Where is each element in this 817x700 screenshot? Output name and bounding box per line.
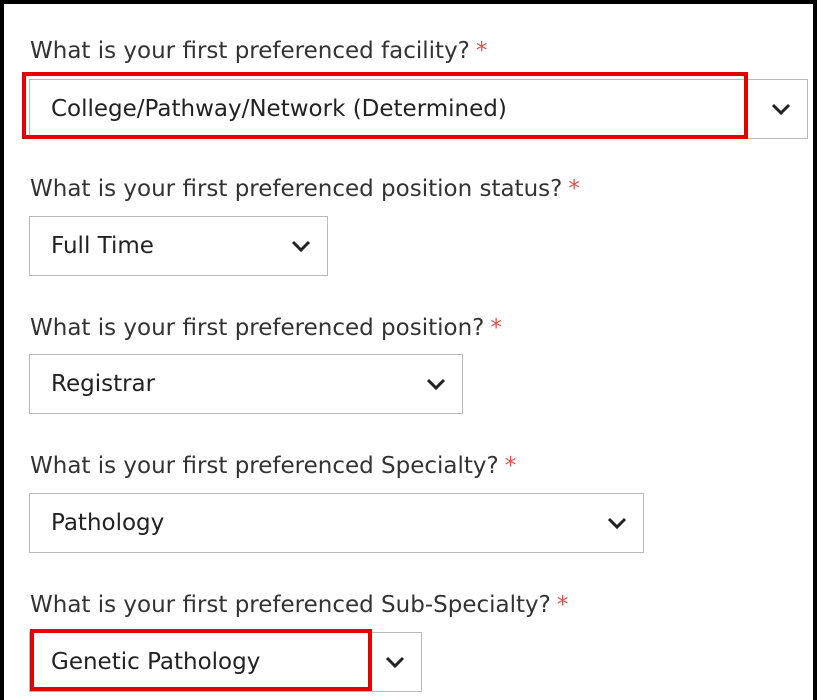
position-label: What is your first preferenced position?…	[30, 315, 502, 341]
position-status-label: What is your first preferenced position …	[30, 176, 580, 202]
sub-specialty-label: What is your first preferenced Sub-Speci…	[30, 592, 569, 618]
sub-specialty-select-value: Genetic Pathology	[51, 649, 261, 675]
position-status-select[interactable]: Full Time	[29, 216, 328, 276]
chevron-down-icon	[381, 648, 409, 676]
required-marker: *	[490, 315, 502, 341]
position-select-value: Registrar	[51, 371, 156, 397]
position-select[interactable]: Registrar	[29, 354, 463, 414]
chevron-down-icon	[767, 95, 795, 123]
required-marker: *	[556, 592, 569, 618]
required-marker: *	[568, 176, 580, 202]
chevron-down-icon	[422, 370, 450, 398]
chevron-down-icon	[603, 509, 631, 537]
required-marker: *	[475, 38, 488, 64]
required-marker: *	[504, 453, 517, 479]
chevron-down-icon	[287, 232, 315, 260]
specialty-select-value: Pathology	[51, 510, 165, 536]
facility-label: What is your first preferenced facility?…	[30, 38, 488, 64]
facility-select[interactable]: College/Pathway/Network (Determined)	[29, 79, 808, 139]
specialty-select[interactable]: Pathology	[29, 493, 644, 553]
sub-specialty-select[interactable]: Genetic Pathology	[29, 632, 422, 692]
position-status-select-value: Full Time	[51, 233, 154, 259]
facility-select-value: College/Pathway/Network (Determined)	[51, 96, 507, 122]
specialty-label: What is your first preferenced Specialty…	[30, 453, 517, 479]
